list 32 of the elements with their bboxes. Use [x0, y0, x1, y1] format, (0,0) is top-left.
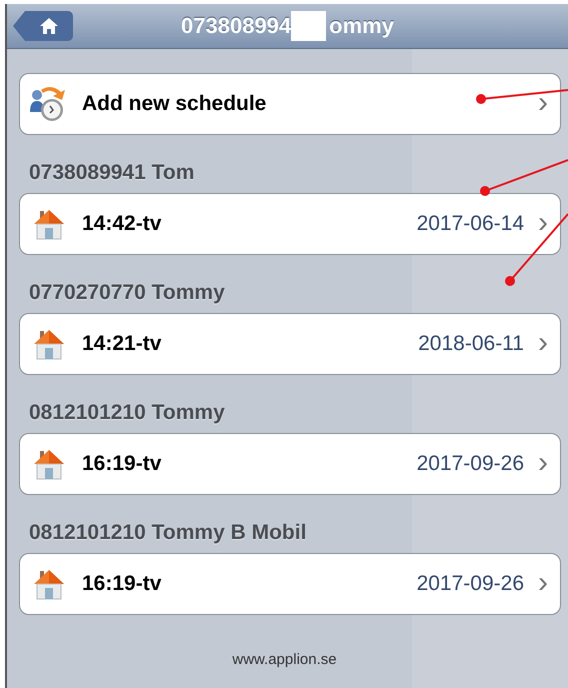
house-icon: [32, 567, 66, 601]
schedule-row[interactable]: 16:19-tv 2017-09-26 ›: [19, 553, 561, 615]
row-date: 2017-09-26: [416, 452, 524, 476]
section-header: 0812101210 Tommy B Mobil: [29, 521, 306, 544]
add-schedule-row[interactable]: Add new schedule ›: [19, 73, 561, 135]
window-title: 073808994: [181, 13, 292, 39]
chevron-icon: ›: [538, 328, 548, 358]
home-button[interactable]: [13, 11, 73, 41]
house-icon: [32, 327, 66, 361]
redaction-block: [291, 11, 326, 41]
row-label: Add new schedule: [82, 92, 266, 116]
row-date: 2017-09-26: [416, 572, 524, 596]
chevron-icon: ›: [538, 448, 548, 478]
house-icon: [32, 207, 66, 241]
row-date: 2018-06-11: [418, 332, 524, 356]
chevron-icon: ›: [538, 88, 548, 118]
row-label: 14:42-tv: [82, 212, 162, 236]
schedule-row[interactable]: 14:21-tv 2018-06-11 ›: [19, 313, 561, 375]
house-icon: [32, 447, 66, 481]
row-label: 16:19-tv: [82, 572, 162, 596]
section-header: 0812101210 Tommy: [29, 401, 225, 424]
schedule-row[interactable]: 14:42-tv 2017-06-14 ›: [19, 193, 561, 255]
chevron-icon: ›: [538, 568, 548, 598]
row-date: 2017-06-14: [416, 212, 524, 236]
schedule-row[interactable]: 16:19-tv 2017-09-26 ›: [19, 433, 561, 495]
section-header: 0770270770 Tommy: [29, 281, 225, 304]
window-title: ommy: [329, 13, 394, 39]
chevron-icon: ›: [538, 208, 548, 238]
row-label: 16:19-tv: [82, 452, 162, 476]
section-header: 0738089941 Tom: [29, 161, 194, 184]
row-label: 14:21-tv: [82, 332, 162, 356]
home-icon: [39, 17, 59, 35]
